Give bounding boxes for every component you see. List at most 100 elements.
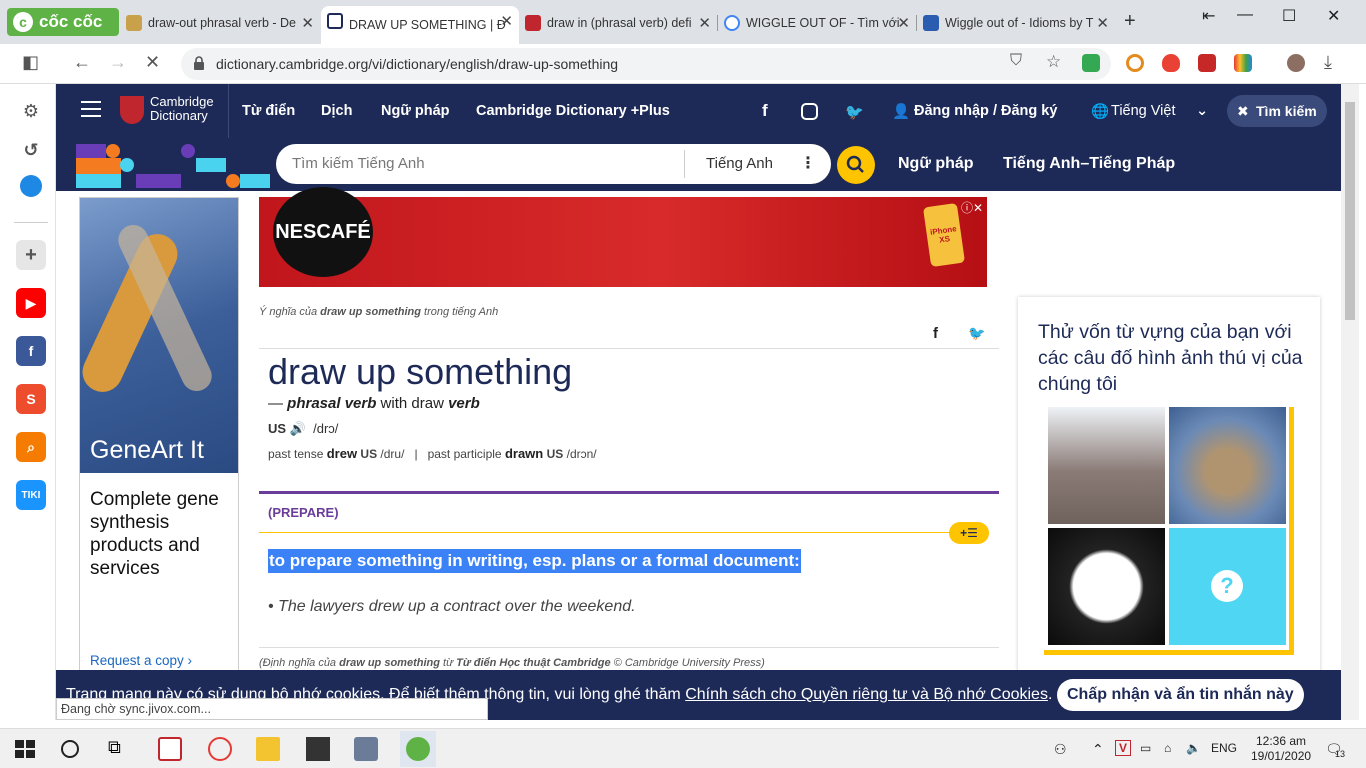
chevron-down-icon[interactable]: ⌄	[1196, 103, 1208, 119]
bookmark-star-icon[interactable]: ☆	[1046, 52, 1061, 72]
audio-icon[interactable]: 🔊	[290, 421, 306, 436]
tab-4[interactable]: WIGGLE OUT OF - Tìm với ✕	[718, 8, 916, 38]
accept-cookies-button[interactable]: Chấp nhận và ẩn tin nhắn này	[1057, 679, 1304, 711]
tray-app-icon[interactable]: V	[1115, 740, 1131, 756]
language-selector[interactable]: Tiếng Việt	[1111, 103, 1176, 119]
network-icon[interactable]: ⌂	[1164, 741, 1171, 755]
close-tab-icon[interactable]: ✕	[698, 14, 711, 32]
left-ad[interactable]: GeneArt It Complete gene synthesis produ…	[75, 197, 239, 677]
ad-close-icon[interactable]: ⓘ✕	[961, 199, 983, 216]
forward-icon[interactable]: →	[109, 52, 127, 73]
sidebar-toggle-icon[interactable]: ◧	[22, 52, 39, 73]
url-field[interactable]: dictionary.cambridge.org/vi/dictionary/e…	[181, 48, 1111, 80]
english-french-link[interactable]: Tiếng Anh–Tiếng Pháp	[1003, 155, 1175, 173]
page-scrollbar[interactable]	[1341, 84, 1359, 720]
nav-dictionary[interactable]: Từ điển	[242, 103, 295, 119]
coccoc-taskbar-button[interactable]	[400, 731, 436, 767]
share-twitter-icon[interactable]: 🐦	[968, 325, 985, 342]
irregular-forms: past tense drew US /dru/ | past particip…	[268, 446, 597, 461]
browser-logo-text: cốc cốc	[39, 12, 103, 31]
file-explorer-icon[interactable]	[256, 737, 280, 761]
login-link[interactable]: Đăng nhập / Đăng ký	[914, 103, 1057, 119]
cambridge-logo[interactable]: Cambridge Dictionary	[150, 95, 214, 123]
past-participle-word: drawn	[504, 446, 544, 461]
add-icon[interactable]: +	[16, 240, 46, 270]
close-tab-icon[interactable]: ✕	[897, 14, 910, 32]
people-icon[interactable]: ⚇	[1054, 741, 1067, 758]
chevron-up-icon[interactable]: ⌃	[1092, 741, 1104, 758]
facebook-icon[interactable]: f	[16, 336, 46, 366]
tiki-icon[interactable]: TIKI	[16, 480, 46, 510]
extension-icon[interactable]	[1126, 54, 1144, 72]
clock[interactable]: 12:36 am 19/01/2020	[1251, 734, 1311, 764]
instagram-icon[interactable]	[801, 103, 818, 120]
add-to-wordlist-button[interactable]: +☰	[949, 522, 989, 544]
facebook-icon[interactable]: f	[762, 101, 768, 121]
more-options-icon[interactable]: ⋮	[800, 153, 816, 173]
quiz-box[interactable]: Thử vốn từ vựng của bạn với các câu đố h…	[1018, 297, 1320, 677]
search-app-icon[interactable]: ⌕	[16, 432, 46, 462]
sticky-notes-icon[interactable]	[306, 737, 330, 761]
shield-icon[interactable]: ⛉	[1010, 52, 1022, 70]
search-icon	[846, 155, 864, 173]
nav-grammar[interactable]: Ngữ pháp	[381, 103, 450, 119]
app-icon[interactable]	[354, 737, 378, 761]
minimize-icon[interactable]: —	[1237, 6, 1253, 24]
close-tab-icon[interactable]: ✕	[301, 14, 314, 32]
hippo-image[interactable]	[1048, 407, 1165, 524]
volume-icon[interactable]: 🔈	[1186, 741, 1201, 755]
history-icon[interactable]: ↺	[16, 135, 46, 165]
search-input[interactable]: Tìm kiếm Tiếng Anh	[292, 155, 425, 172]
input-language[interactable]: ENG	[1211, 741, 1237, 755]
settings-icon[interactable]: ⚙	[16, 96, 46, 126]
close-tab-icon[interactable]: ✕	[1096, 14, 1109, 32]
pos-dash: —	[268, 395, 288, 412]
new-tab-icon[interactable]: +	[1124, 10, 1136, 33]
shopee-icon[interactable]: S	[16, 384, 46, 414]
tab-2-active[interactable]: DRAW UP SOMETHING | Đ ✕	[321, 6, 519, 44]
search-language-select[interactable]: Tiếng Anh	[706, 155, 773, 172]
search-toggle-button[interactable]: ✖ Tìm kiếm	[1227, 95, 1327, 127]
profile-avatar[interactable]	[1287, 54, 1305, 72]
stop-icon[interactable]: ✕	[145, 52, 160, 73]
tab-3[interactable]: draw in (phrasal verb) defi ✕	[519, 8, 717, 38]
close-tab-icon[interactable]: ✕	[500, 12, 513, 30]
top-ad-banner[interactable]: NESCAFÉ iPhone XS ⓘ✕	[259, 187, 987, 287]
coccoc-logo[interactable]: c cốc cốc	[7, 8, 119, 36]
maximize-icon[interactable]: ☐	[1282, 6, 1296, 26]
cortana-search-icon[interactable]	[61, 740, 79, 758]
paint-icon[interactable]	[208, 737, 232, 761]
nav-plus[interactable]: Cambridge Dictionary +Plus	[476, 103, 670, 119]
tab-bar: c cốc cốc draw-out phrasal verb - De ✕ D…	[0, 0, 1366, 44]
decor-block	[136, 174, 181, 188]
tab-1[interactable]: draw-out phrasal verb - De ✕	[120, 8, 320, 38]
globe-icon: 🌐	[1091, 104, 1110, 120]
battery-icon[interactable]: ▭	[1140, 741, 1151, 755]
download-ext-icon[interactable]	[1082, 54, 1100, 72]
tab-list-icon[interactable]: ⇤	[1202, 6, 1215, 26]
share-facebook-icon[interactable]: f	[933, 325, 938, 342]
youtube-icon[interactable]: ▶	[16, 288, 46, 318]
search-button[interactable]	[837, 146, 875, 184]
hamburger-menu-icon[interactable]	[81, 101, 101, 117]
panda-image[interactable]	[1048, 528, 1165, 645]
messenger-icon[interactable]	[20, 175, 42, 197]
ad-link[interactable]: Request a copy ›	[90, 653, 192, 668]
extension-icon[interactable]	[1234, 54, 1252, 72]
close-window-icon[interactable]: ✕	[1327, 6, 1340, 26]
cookie-policy-link[interactable]: Chính sách cho Quyền riêng tư và Bộ nhớ …	[685, 686, 1048, 703]
downloads-icon[interactable]: ⤓	[1324, 52, 1332, 73]
adblock-icon[interactable]	[1162, 54, 1180, 72]
extension-icon[interactable]	[1198, 54, 1216, 72]
task-view-icon[interactable]: ⧉	[108, 737, 132, 761]
grammar-link[interactable]: Ngữ pháp	[898, 155, 974, 173]
windows-start-icon[interactable]	[13, 737, 37, 761]
back-icon[interactable]: ←	[73, 52, 91, 73]
app-icon[interactable]	[158, 737, 182, 761]
nav-translate[interactable]: Dịch	[321, 103, 352, 119]
tab-5[interactable]: Wiggle out of - Idioms by T ✕	[917, 8, 1115, 38]
seal-image[interactable]	[1169, 407, 1286, 524]
quiz-mystery-tile[interactable]: ?	[1169, 528, 1286, 645]
twitter-icon[interactable]: 🐦	[845, 103, 864, 121]
scroll-thumb[interactable]	[1345, 102, 1355, 320]
